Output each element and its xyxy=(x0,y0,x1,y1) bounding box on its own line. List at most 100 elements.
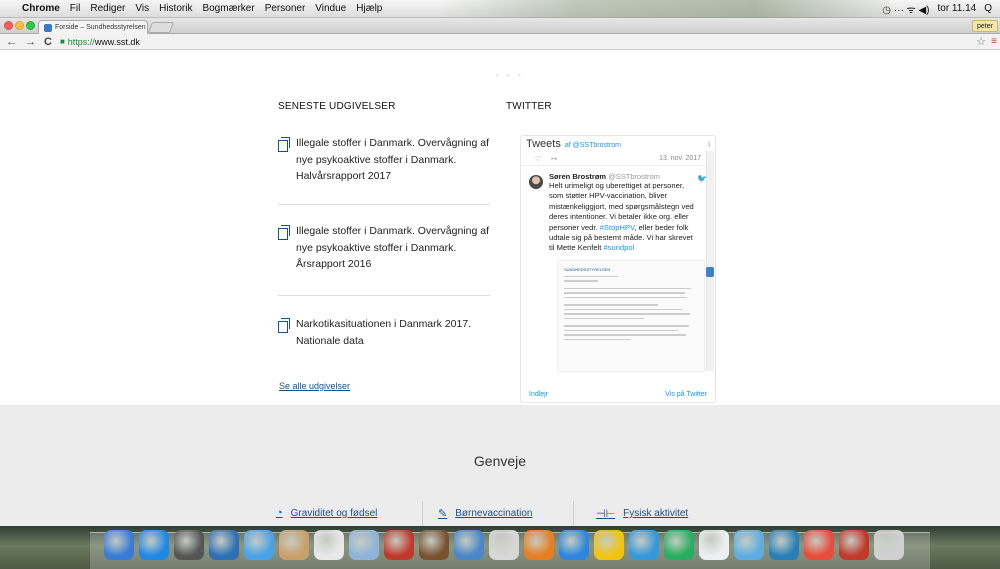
shortcut-label[interactable]: Børnevaccination xyxy=(455,508,532,519)
like-icon[interactable]: ♡ xyxy=(535,155,541,163)
divider xyxy=(573,501,574,526)
dock-app-icon[interactable] xyxy=(734,530,764,560)
dock-app-icon[interactable] xyxy=(139,530,169,560)
tweet-date[interactable]: 13. nov. 2017 xyxy=(659,155,701,162)
tweet[interactable]: 🐦 Søren Brostrøm @SSTbrostrom Helt urime… xyxy=(521,166,715,372)
dock-app-icon[interactable] xyxy=(804,530,834,560)
pregnancy-icon: ◔ xyxy=(276,507,283,519)
profile-button[interactable]: peter xyxy=(972,20,998,32)
previous-tweet-actions: ♡ ↦ 13. nov. 2017 xyxy=(521,152,715,166)
dock-app-icon[interactable] xyxy=(559,530,589,560)
new-tab-button[interactable] xyxy=(147,22,175,33)
menu-historik[interactable]: Historik xyxy=(159,3,192,14)
dock-app-icon[interactable] xyxy=(454,530,484,560)
menubar-status: ◷ ··· ᯤ ◀) tor 11.14 Q xyxy=(882,2,1000,16)
dock-app-icon[interactable] xyxy=(244,530,274,560)
publications-heading: SENESTE UDGIVELSER xyxy=(278,101,396,112)
view-on-twitter-link[interactable]: Vis på Twitter xyxy=(665,391,707,398)
dock-app-icon[interactable] xyxy=(384,530,414,560)
menu-fil[interactable]: Fil xyxy=(70,3,81,14)
tweets-title: Tweets xyxy=(526,138,561,150)
dock-app-icon[interactable] xyxy=(629,530,659,560)
carousel-dots[interactable]: • • • xyxy=(496,71,524,80)
shortcut-graviditet[interactable]: ◔ Graviditet og fødsel xyxy=(276,507,377,519)
back-button[interactable]: ← xyxy=(6,36,17,48)
shortcut-boernevaccination[interactable]: ✎ Børnevaccination xyxy=(438,507,532,520)
info-icon[interactable]: i xyxy=(708,140,710,149)
dock-app-icon[interactable] xyxy=(664,530,694,560)
shortcut-fysisk-aktivitet[interactable]: ⊣⊢ Fysisk aktivitet xyxy=(596,507,688,520)
twitter-footer: Indlejr Vis på Twitter xyxy=(521,386,715,402)
divider xyxy=(278,204,490,205)
publication-item[interactable]: Illegale stoffer i Danmark. Overvågning … xyxy=(278,223,493,273)
author-handle[interactable]: @SSTbrostrom xyxy=(608,172,660,181)
publication-item[interactable]: Illegale stoffer i Danmark. Overvågning … xyxy=(278,135,493,185)
chrome-toolbar: ← → C ■ https://www.sst.dk ☆ ≡ xyxy=(0,34,1000,50)
see-all-publications-link[interactable]: Se alle udgivelser xyxy=(279,381,350,391)
menu-personer[interactable]: Personer xyxy=(265,3,306,14)
dock-app-icon[interactable] xyxy=(524,530,554,560)
menu-hjaelp[interactable]: Hjælp xyxy=(356,3,382,14)
dock-app-icon[interactable] xyxy=(699,530,729,560)
chrome-menu-icon[interactable]: ≡ xyxy=(991,36,997,47)
publication-item[interactable]: Narkotikasituationen i Danmark 2017. Nat… xyxy=(278,316,493,349)
embed-link[interactable]: Indlejr xyxy=(529,391,548,398)
publication-title[interactable]: Illegale stoffer i Danmark. Overvågning … xyxy=(296,223,493,273)
spotlight-icon[interactable]: Q xyxy=(984,3,992,14)
dock-app-icon[interactable] xyxy=(279,530,309,560)
hashtag-link[interactable]: #StopHPV xyxy=(600,223,635,232)
shortcuts-section: Genveje ◔ Graviditet og fødsel ✎ Børneva… xyxy=(0,405,1000,526)
url-scheme: https:// xyxy=(67,36,95,47)
hashtag-link[interactable]: #sundpol xyxy=(603,243,634,252)
bookmark-star-icon[interactable]: ☆ xyxy=(976,35,986,48)
dock-app-icon[interactable] xyxy=(104,530,134,560)
tweets-by-link[interactable]: af @SSTbrostrom xyxy=(565,142,621,149)
url-host: www.sst.dk xyxy=(94,36,140,47)
reload-button[interactable]: C xyxy=(44,36,52,48)
divider xyxy=(278,295,490,296)
publication-title[interactable]: Narkotikasituationen i Danmark 2017. Nat… xyxy=(296,316,493,349)
minimize-window-icon[interactable] xyxy=(15,21,24,30)
menubar-app-name[interactable]: Chrome xyxy=(22,3,60,14)
document-icon xyxy=(278,318,290,333)
menu-vindue[interactable]: Vindue xyxy=(315,3,346,14)
dock-app-icon[interactable] xyxy=(769,530,799,560)
forward-button[interactable]: → xyxy=(25,36,36,48)
menubar-clock[interactable]: tor 11.14 xyxy=(937,3,976,14)
dock-app-icon[interactable] xyxy=(874,530,904,560)
menu-bogmaerker[interactable]: Bogmærker xyxy=(202,3,254,14)
status-icons[interactable]: ◷ ··· ᯤ ◀) xyxy=(882,2,929,16)
tab-title: Forside – Sundhedsstyrelsen xyxy=(55,24,146,31)
menubar-wallpaper xyxy=(440,0,890,18)
shortcut-label[interactable]: Graviditet og fødsel xyxy=(291,508,378,519)
address-bar[interactable]: ■ https://www.sst.dk xyxy=(60,37,140,47)
share-icon[interactable]: ↦ xyxy=(551,155,557,163)
lock-icon: ■ xyxy=(59,37,65,46)
chrome-tab-strip: Forside – Sundhedsstyrelsen × peter xyxy=(0,18,1000,34)
dock-app-icon[interactable] xyxy=(314,530,344,560)
dock-app-icon[interactable] xyxy=(209,530,239,560)
menu-rediger[interactable]: Rediger xyxy=(90,3,125,14)
twitter-header: Tweets af @SSTbrostrom i xyxy=(521,136,715,152)
publication-title[interactable]: Illegale stoffer i Danmark. Overvågning … xyxy=(296,135,493,185)
twitter-timeline-widget[interactable]: Tweets af @SSTbrostrom i ♡ ↦ 13. nov. 20… xyxy=(520,135,716,403)
dock-app-icon[interactable] xyxy=(839,530,869,560)
dock-app-icon[interactable] xyxy=(349,530,379,560)
zoom-window-icon[interactable] xyxy=(26,21,35,30)
close-window-icon[interactable] xyxy=(4,21,13,30)
dock-app-icon[interactable] xyxy=(594,530,624,560)
dock-app-icon[interactable] xyxy=(489,530,519,560)
tweet-author[interactable]: Søren Brostrøm @SSTbrostrom xyxy=(549,172,709,181)
author-name[interactable]: Søren Brostrøm xyxy=(549,172,606,181)
twitter-scrollbar[interactable] xyxy=(706,151,714,371)
menu-vis[interactable]: Vis xyxy=(135,3,149,14)
twitter-scroll-thumb[interactable] xyxy=(706,267,714,277)
tweet-image-letter[interactable]: SUNDHEDSSTYRELSEN xyxy=(557,259,705,372)
dock-app-icon[interactable] xyxy=(419,530,449,560)
twitter-heading: TWITTER xyxy=(506,101,552,112)
browser-tab[interactable]: Forside – Sundhedsstyrelsen × xyxy=(38,20,148,34)
avatar[interactable] xyxy=(529,175,543,189)
syringe-icon: ✎ xyxy=(438,508,448,520)
shortcut-label[interactable]: Fysisk aktivitet xyxy=(623,508,688,519)
dock-app-icon[interactable] xyxy=(174,530,204,560)
